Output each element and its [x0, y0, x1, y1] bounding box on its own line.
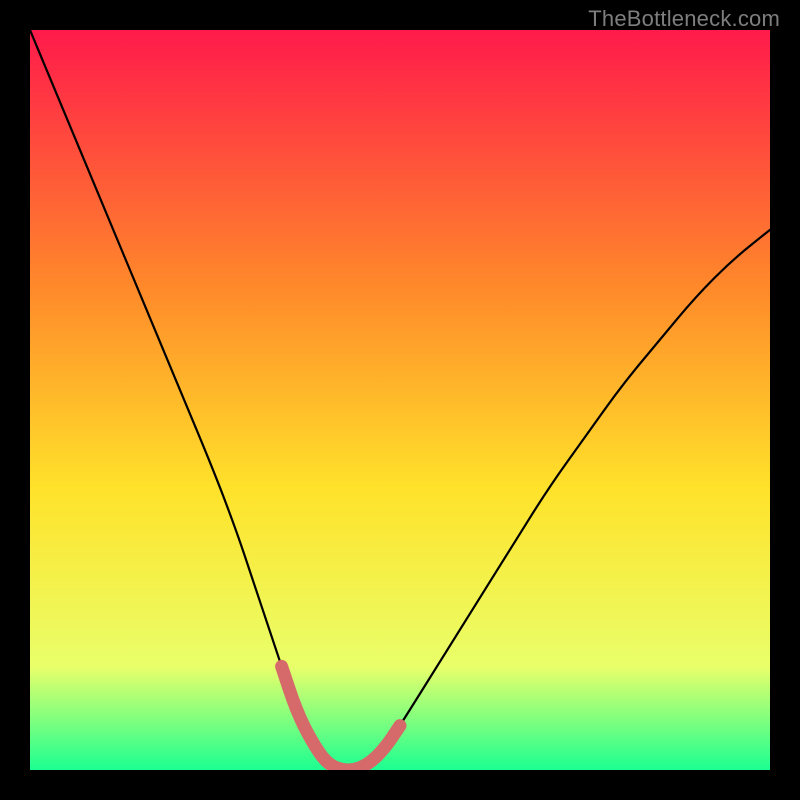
gradient-background: [30, 30, 770, 770]
chart-svg: [30, 30, 770, 770]
plot-area: [30, 30, 770, 770]
chart-frame: TheBottleneck.com: [0, 0, 800, 800]
watermark-text: TheBottleneck.com: [588, 6, 780, 32]
